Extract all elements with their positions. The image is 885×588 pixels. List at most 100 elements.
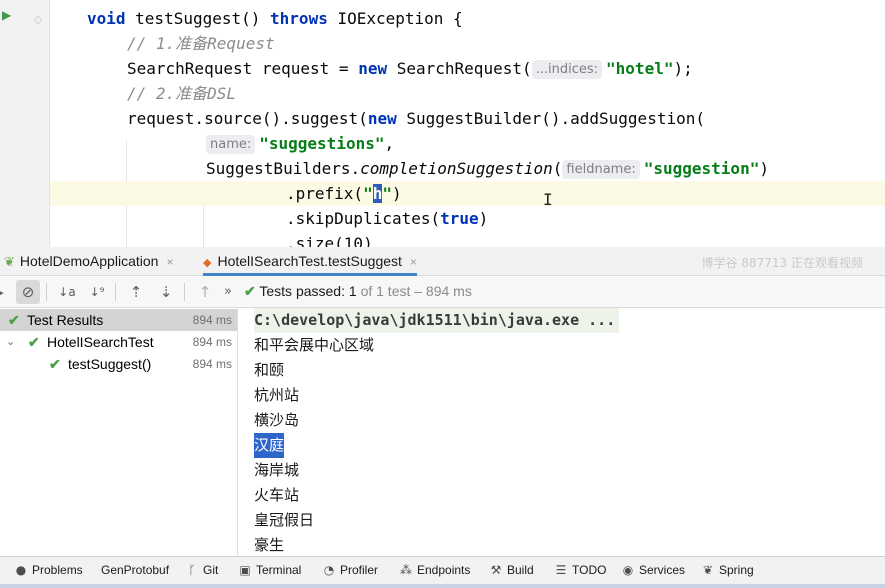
toolbar-separator	[184, 283, 185, 301]
statement-end: );	[673, 59, 693, 78]
previous-failed-icon[interactable]: ↑	[193, 280, 217, 304]
code-editor[interactable]: ▶ ◇ void testSuggest() throws IOExceptio…	[0, 0, 885, 247]
paren-close: )	[759, 159, 769, 178]
console-line: 横沙岛	[254, 411, 300, 429]
separator: ,	[384, 134, 395, 153]
code-line-search-request[interactable]: SearchRequest request = new SearchReques…	[127, 56, 885, 81]
spring-leaf-icon: ❦	[702, 563, 714, 577]
type-name: SearchRequest	[127, 59, 253, 78]
tab-close-icon[interactable]: ×	[166, 255, 173, 269]
keyword-throws: throws	[270, 9, 328, 28]
code-area[interactable]: void testSuggest() throws IOException { …	[50, 0, 885, 247]
services-icon: ◉	[622, 563, 634, 577]
quote-close: "	[382, 184, 392, 203]
string-literal: "hotel"	[606, 59, 674, 78]
bottom-tool-window-bar: ● Problems GenProtobuf ᚴ Git ▣ Terminal ◔ Pr…	[0, 556, 885, 588]
collapse-all-icon[interactable]: ⇣	[154, 280, 178, 304]
param-hint-fieldname: fieldname:	[562, 160, 640, 179]
sort-by-duration-icon[interactable]: ↓⁹	[85, 280, 109, 304]
tool-git[interactable]: ᚴ Git	[185, 557, 218, 584]
tool-terminal[interactable]: ▣ Terminal	[238, 557, 301, 584]
problems-icon: ●	[15, 563, 27, 577]
tool-profiler[interactable]: ◔ Profiler	[322, 557, 378, 584]
code-line-comment-request[interactable]: // 1.准备Request	[127, 31, 885, 56]
tool-label: Problems	[32, 563, 83, 577]
console-line: 杭州站	[254, 386, 300, 404]
tree-item-label: testSuggest()	[68, 356, 152, 372]
tool-label: Terminal	[256, 563, 302, 577]
tool-label: Services	[639, 563, 686, 577]
tool-label: GenProtobuf	[101, 563, 170, 577]
spring-app-icon: ❦	[4, 254, 15, 269]
code-line-skip-duplicates[interactable]: .skipDuplicates(true)	[286, 206, 885, 231]
comment-text: // 1.准备Request	[127, 34, 275, 53]
paren-close: )	[391, 184, 402, 203]
stop-show-ignored-icon[interactable]: ⊘	[16, 280, 40, 304]
console-line-selected: 汉庭	[254, 433, 285, 458]
sort-alphabetically-icon[interactable]: ↓a	[55, 280, 79, 304]
tests-passed-label: Tests passed:	[259, 283, 345, 299]
todo-list-icon: ☰	[555, 563, 567, 577]
param-hint-indices: ...indices:	[531, 60, 603, 79]
tree-item-label: Test Results	[27, 312, 104, 328]
paren-close: )	[478, 209, 489, 228]
passed-check-icon: ✔	[28, 334, 40, 350]
tree-item-time: 894 ms	[192, 357, 232, 371]
tool-label: Git	[203, 563, 219, 577]
expand-all-icon[interactable]: ⇡	[124, 280, 148, 304]
tree-item-test-results[interactable]: ✔ Test Results 894 ms	[0, 309, 237, 331]
size-call: .size(10)	[286, 234, 373, 247]
string-literal: "suggestions"	[259, 134, 385, 153]
tree-item-test-method[interactable]: ✔ testSuggest() 894 ms	[0, 353, 237, 375]
tab-hotel-demo-application[interactable]: ❦ HotelDemoApplication ×	[4, 247, 173, 276]
exception-type: IOException {	[327, 9, 463, 28]
tree-item-time: 894 ms	[192, 313, 232, 327]
code-line-suggest-call[interactable]: request.source().suggest(new SuggestBuil…	[127, 106, 885, 131]
console-line: 海岸城	[254, 461, 300, 479]
code-line-suggestion-name[interactable]: name: "suggestions",	[206, 131, 885, 156]
code-line-prefix[interactable]: .prefix("h")	[50, 181, 885, 206]
console-line: 皇冠假日	[254, 511, 315, 529]
tool-problems[interactable]: ● Problems	[14, 557, 83, 584]
passed-check-icon: ✔	[8, 312, 20, 328]
tests-passed-count: 1	[348, 283, 357, 299]
tree-item-test-class[interactable]: ⌄ ✔ HotelISearchTest 894 ms	[0, 331, 237, 353]
chevron-down-icon[interactable]: ⌄	[6, 331, 15, 353]
tool-label: Build	[507, 563, 534, 577]
toolbar-separator	[46, 283, 47, 301]
tests-status: ✔ Tests passed: 1 of 1 test – 894 ms	[244, 276, 472, 306]
code-line-comment-dsl[interactable]: // 2.准备DSL	[127, 81, 885, 106]
more-actions-icon[interactable]: »	[216, 280, 240, 304]
tool-spring[interactable]: ❦ Spring	[701, 557, 754, 584]
tool-todo[interactable]: ☰ TODO	[554, 557, 607, 584]
toolbar-separator	[115, 283, 116, 301]
tab-close-icon[interactable]: ×	[410, 255, 417, 269]
code-line-method-signature[interactable]: void testSuggest() throws IOException {	[87, 6, 885, 31]
code-line-size[interactable]: .size(10)	[286, 231, 885, 247]
tests-summary: of 1 test – 894 ms	[360, 283, 472, 299]
tool-endpoints[interactable]: ⁂ Endpoints	[399, 557, 470, 584]
code-line-completion-suggestion[interactable]: SuggestBuilders.completionSuggestion(fie…	[206, 156, 885, 181]
run-test-icon[interactable]: ▶	[2, 8, 11, 22]
console-output[interactable]: C:\develop\java\jdk1511\bin\java.exe ...…	[239, 308, 885, 556]
test-results-tree[interactable]: ✔ Test Results 894 ms ⌄ ✔ HotelISearchTe…	[0, 308, 238, 556]
prefix-call: .prefix(	[286, 184, 364, 203]
passed-check-icon: ✔	[49, 356, 61, 372]
keyword-new: new	[358, 59, 388, 78]
keyword-void: void	[87, 9, 126, 28]
keyword-true: true	[440, 209, 479, 228]
tool-services[interactable]: ◉ Services	[621, 557, 685, 584]
method-name: testSuggest()	[125, 9, 271, 28]
call-start: request.source().suggest(	[127, 109, 368, 128]
tool-genprotobuf[interactable]: GenProtobuf	[101, 557, 169, 584]
console-line: 和平会展中心区域	[254, 336, 375, 354]
terminal-icon: ▣	[239, 563, 251, 577]
tab-hotel-search-test[interactable]: ◆ HotelISearchTest.testSuggest ×	[203, 247, 417, 276]
editor-gutter[interactable]: ▶ ◇	[0, 0, 50, 247]
tab-label: HotelDemoApplication	[19, 253, 159, 269]
tree-item-time: 894 ms	[192, 335, 232, 349]
rerun-icon[interactable]: ▸	[0, 280, 12, 304]
tab-label: HotelISearchTest.testSuggest	[217, 253, 402, 269]
tool-build[interactable]: ⚒ Build	[489, 557, 534, 584]
run-tabs-bar: ❦ HotelDemoApplication × ◆ HotelISearchTest…	[0, 247, 885, 276]
